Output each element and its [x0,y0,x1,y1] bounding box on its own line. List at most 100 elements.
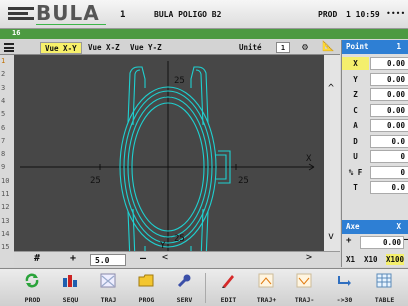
point-row-value[interactable]: 0.00 [370,119,408,132]
zoom-in-button[interactable]: + [70,253,76,264]
line-number: 7 [1,136,6,145]
fkey-label: TRAJ [100,296,117,304]
line-number: 12 [1,203,10,212]
fkey-edit-button[interactable]: EDIT [210,269,247,306]
point-panel: Point 1 X 0.00 Y 0.00 Z 0.00 C 0.00 A 0.00 D 0.0 U 0%… [341,40,408,267]
point-row-key: Y [353,74,358,84]
table-icon [376,273,392,288]
unit-field[interactable]: 1 [276,42,290,53]
wrench-icon [176,273,192,288]
point-row-key: T [353,183,358,192]
point-row-u[interactable]: U0 [342,149,408,164]
axe-value-field[interactable]: 0.00 [360,236,404,249]
menu-icon[interactable] [4,43,14,52]
point-row-c[interactable]: C 0.00 [342,103,408,118]
line-number: 10 [1,176,10,185]
trajectory-plus-icon [258,273,274,288]
point-panel-header: Point 1 [342,40,408,54]
trajectory-canvas[interactable]: 25 25 25 X Y 25 [14,55,324,267]
logo-bars-icon [8,7,34,21]
trajectory-icon [100,273,116,288]
zoom-out-button[interactable]: — [140,253,146,264]
fkey-label: EDIT [220,296,237,304]
fkey-label: ->30 [336,296,353,304]
step-x10-button[interactable]: X10 [364,254,378,265]
fkey-label: PROG [138,296,155,304]
pan-right-button[interactable]: > [306,252,312,263]
function-key-bar: PROD SEQU TRAJ PROG SERV EDIT TRAJ+ TRAJ- ->30 TA… [0,268,408,306]
title-bar: BULA 1 BULA POLIGO B2 PROD 1 10:59 •••• [0,0,408,29]
fkey-traj-button[interactable]: TRAJ+ [248,269,285,306]
fkey-prog-button[interactable]: PROG [128,269,165,306]
point-row-key: % F [348,167,363,177]
y-top-tick-label: 25 [174,76,185,86]
tab-view-xz[interactable]: Vue X-Z [84,42,124,54]
point-row-key: U [353,152,358,161]
point-row-a[interactable]: A 0.00 [342,118,408,133]
program-number: 1 [120,10,126,20]
tab-view-yz[interactable]: Vue Y-Z [126,42,166,54]
point-row-value[interactable]: 0 [370,150,408,163]
zoom-bar: # + 5.0 — < > [14,251,340,267]
point-row-y[interactable]: Y 0.00 [342,72,408,87]
point-row-value[interactable]: 0.00 [370,72,408,86]
ruler-icon[interactable]: 📐 [322,41,334,53]
line-number: 9 [1,163,6,172]
unit-label: Unité [239,43,262,52]
sequence-icon [62,273,78,288]
fkey-sequ-button[interactable]: SEQU [52,269,89,306]
point-row-value[interactable]: 0.0 [370,181,408,194]
point-row-z[interactable]: Z 0.00 [342,87,408,102]
point-row-value[interactable]: 0.00 [370,88,408,101]
more-dots-icon[interactable]: •••• [386,9,405,18]
point-row-key: D [353,136,358,146]
line-number: 6 [1,123,6,132]
jog-minus-button[interactable]: — [404,235,408,245]
scroll-up-icon[interactable]: ^ [328,83,334,94]
fkey-traj-button[interactable]: TRAJ [90,269,127,306]
program-name: BULA POLIGO B2 [154,10,222,19]
zoom-field[interactable]: 5.0 [90,254,126,266]
fkey-prod-button[interactable]: PROD [14,269,51,306]
x-left-tick-label: 25 [90,176,101,186]
fkey-label: TRAJ+ [256,296,277,304]
point-row-key: C [353,105,358,115]
x-right-tick-label: 25 [238,176,249,186]
jog-plus-button[interactable]: + [346,236,351,246]
mode-indicator: PROD [318,10,338,19]
scroll-down-icon[interactable]: v [328,231,334,242]
grid-toggle-button[interactable]: # [34,253,40,264]
refresh-icon [24,273,40,288]
line-number: 4 [1,96,6,105]
point-index: 1 [396,42,401,51]
point-row-x[interactable]: X 0.00 [342,56,408,71]
point-row-value[interactable]: 0.0 [370,134,408,148]
line-number: 11 [1,190,10,198]
pan-left-button[interactable]: < [162,252,168,263]
gear-icon[interactable]: ⚙ [302,42,308,53]
step-x100-button[interactable]: X100 [386,254,405,265]
fkey-traj-button[interactable]: TRAJ- [286,269,323,306]
fkey-serv-button[interactable]: SERV [166,269,203,306]
arrow-30-icon [336,273,352,288]
fkey-table-button[interactable]: TABLE [366,269,403,306]
tab-view-xy[interactable]: Vue X-Y [40,42,82,54]
line-number: 14 [1,229,10,238]
point-row-value[interactable]: 0.00 [370,103,408,117]
point-panel-title: Point [346,42,369,51]
fkey-30-button[interactable]: ->30 [326,269,363,306]
point-row-t[interactable]: T 0.0 [342,180,408,195]
point-row-key: X [342,57,369,70]
trajectory-minus-icon [296,273,312,288]
point-row-value[interactable]: 0 [370,165,408,179]
point-row-d[interactable]: D 0.0 [342,134,408,149]
y-bottom-tick-label: 25 [174,234,185,244]
line-number: 15 [1,243,10,252]
axe-jog-row: + 0.00 — [342,235,408,250]
point-row-value[interactable]: 0.00 [370,57,408,70]
footer-divider [205,273,206,303]
axe-panel-axis: X [396,222,401,231]
step-x1-button[interactable]: X1 [346,254,355,265]
point-row-f[interactable]: % F 0 [342,165,408,180]
vertical-scroll[interactable]: ^ v [324,55,340,267]
